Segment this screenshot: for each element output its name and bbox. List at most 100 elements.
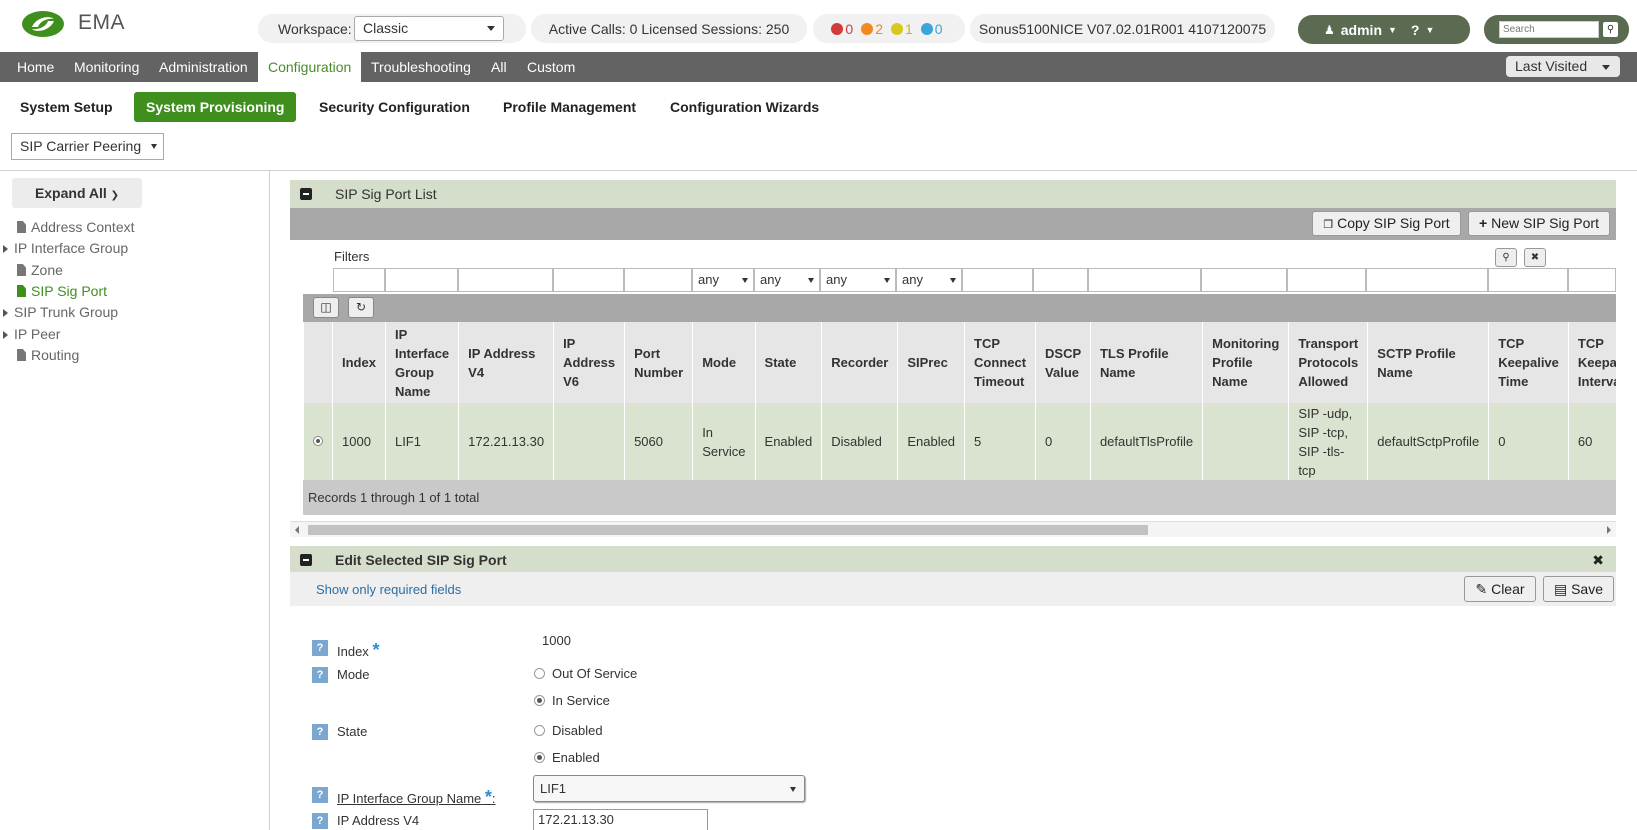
alarm-info[interactable]: 0 — [920, 21, 943, 37]
column-header[interactable]: TCP Connect Timeout — [964, 322, 1036, 403]
new-sip-sig-port-button[interactable]: + New SIP Sig Port — [1468, 211, 1610, 236]
column-header[interactable]: Index — [332, 322, 386, 403]
column-header[interactable]: State — [754, 322, 822, 403]
workspace-select[interactable]: Classic — [354, 16, 504, 41]
column-header[interactable]: Port Number — [624, 322, 693, 403]
alarm-major[interactable]: 2 — [861, 21, 883, 37]
scroll-left-icon[interactable] — [295, 526, 299, 534]
clear-button[interactable]: ✎ Clear — [1464, 576, 1536, 602]
mode-option-out-of-service[interactable]: Out Of Service — [534, 666, 637, 681]
column-header[interactable]: SIPrec — [897, 322, 965, 403]
radio-button[interactable] — [534, 752, 545, 763]
filter-ip-v6[interactable] — [553, 268, 624, 292]
alarm-critical[interactable]: 0 — [831, 21, 853, 37]
help-icon[interactable]: ? — [312, 787, 328, 803]
filter-ip-interface-group[interactable] — [385, 268, 458, 292]
sidebar-item-sip-sig-port[interactable]: SIP Sig Port — [17, 281, 107, 301]
collapse-icon[interactable] — [300, 554, 312, 566]
close-icon[interactable]: ✖ — [1592, 546, 1604, 574]
column-header[interactable]: TCP Keepalive Interval — [1567, 322, 1616, 403]
tab-security-configuration[interactable]: Security Configuration — [319, 92, 470, 122]
help-menu[interactable]: ? — [1411, 22, 1420, 38]
last-visited-menu[interactable]: Last Visited — [1506, 56, 1620, 77]
scroll-right-icon[interactable] — [1607, 526, 1611, 534]
show-required-link[interactable]: Show only required fields — [316, 582, 461, 597]
refresh-icon[interactable]: ↻ — [348, 297, 374, 318]
state-option-disabled[interactable]: Disabled — [534, 723, 603, 738]
column-header[interactable]: IP Address V4 — [458, 322, 554, 403]
nav-home[interactable]: Home — [17, 52, 54, 82]
ip-address-v4-input[interactable]: 172.21.13.30 — [533, 809, 708, 830]
clear-filter-icon[interactable]: ✖ — [1524, 248, 1546, 267]
user-menu[interactable]: ♟ admin ▼ ? ▼ — [1298, 15, 1470, 44]
context-select[interactable]: SIP Carrier Peering — [11, 133, 164, 160]
expand-arrow-icon[interactable] — [3, 245, 8, 254]
table-row[interactable]: 1000 LIF1 172.21.13.30 5060 In Service E… — [303, 403, 1616, 480]
row-select[interactable] — [303, 403, 333, 480]
nav-configuration[interactable]: Configuration — [258, 52, 362, 82]
nav-custom[interactable]: Custom — [527, 52, 575, 82]
mode-option-in-service[interactable]: In Service — [534, 693, 610, 708]
filter-monitoring-profile[interactable] — [1201, 268, 1287, 292]
tab-system-setup[interactable]: System Setup — [20, 92, 113, 122]
radio-button[interactable] — [534, 725, 545, 736]
filter-mode[interactable]: any — [692, 268, 754, 292]
help-icon[interactable]: ? — [312, 813, 328, 829]
alarm-minor[interactable]: 1 — [891, 21, 913, 37]
expand-arrow-icon[interactable] — [3, 309, 8, 318]
column-header[interactable]: IP Interface Group Name — [384, 322, 459, 403]
sidebar-item-ip-interface-group[interactable]: IP Interface Group — [3, 238, 128, 258]
nav-monitoring[interactable]: Monitoring — [74, 52, 139, 82]
help-icon[interactable]: ? — [312, 640, 328, 656]
filter-transport-protocols[interactable] — [1287, 268, 1366, 292]
sidebar-item-ip-peer[interactable]: IP Peer — [3, 324, 60, 344]
ip-interface-group-label[interactable]: IP Interface Group Name *: — [337, 787, 496, 808]
columns-icon[interactable]: ◫ — [313, 297, 339, 318]
filter-recorder[interactable]: any — [820, 268, 896, 292]
column-header[interactable]: TLS Profile Name — [1089, 322, 1203, 403]
filter-dscp-value[interactable] — [1033, 268, 1088, 292]
sidebar-item-address-context[interactable]: Address Context — [17, 217, 135, 237]
column-header[interactable]: Transport Protocols Allowed — [1288, 322, 1368, 403]
search-icon[interactable]: ⚲ — [1603, 22, 1618, 37]
search-icon[interactable]: ⚲ — [1495, 248, 1517, 267]
nav-troubleshooting[interactable]: Troubleshooting — [371, 52, 471, 82]
column-header[interactable]: SCTP Profile Name — [1367, 322, 1489, 403]
expand-arrow-icon[interactable] — [3, 331, 8, 340]
alarm-summary[interactable]: 0 2 1 0 — [813, 14, 965, 43]
sidebar-item-zone[interactable]: Zone — [17, 260, 63, 280]
filter-ip-v4[interactable] — [458, 268, 553, 292]
copy-sip-sig-port-button[interactable]: ❐ Copy SIP Sig Port — [1312, 211, 1461, 236]
ip-interface-group-select[interactable]: LIF1 — [533, 775, 805, 802]
filter-siprec[interactable]: any — [896, 268, 962, 292]
sidebar-item-sip-trunk-group[interactable]: SIP Trunk Group — [3, 302, 118, 322]
radio-button[interactable] — [534, 668, 545, 679]
column-header[interactable]: Monitoring Profile Name — [1202, 322, 1289, 403]
radio-button[interactable] — [534, 695, 545, 706]
tab-system-provisioning[interactable]: System Provisioning — [134, 92, 297, 122]
filter-port-number[interactable] — [624, 268, 692, 292]
state-option-enabled[interactable]: Enabled — [534, 750, 600, 765]
column-header[interactable]: Mode — [692, 322, 756, 403]
column-header[interactable]: Recorder — [821, 322, 898, 403]
column-header[interactable]: TCP Keepalive Time — [1488, 322, 1569, 403]
search-input[interactable] — [1499, 21, 1599, 38]
tab-profile-management[interactable]: Profile Management — [503, 92, 636, 122]
help-icon[interactable]: ? — [312, 724, 328, 740]
column-header[interactable]: DSCP Value — [1035, 322, 1091, 403]
tab-configuration-wizards[interactable]: Configuration Wizards — [670, 92, 819, 122]
filter-sctp-profile[interactable] — [1366, 268, 1488, 292]
scrollbar-thumb[interactable] — [308, 525, 1148, 535]
help-icon[interactable]: ? — [312, 667, 328, 683]
collapse-icon[interactable] — [300, 188, 312, 200]
filter-tcp-keepalive-time[interactable] — [1488, 268, 1568, 292]
nav-administration[interactable]: Administration — [159, 52, 248, 82]
filter-tcp-keepalive-interval[interactable] — [1568, 268, 1616, 292]
filter-tcp-connect-timeout[interactable] — [962, 268, 1033, 292]
nav-all[interactable]: All — [491, 52, 507, 82]
expand-all-button[interactable]: Expand All ❯ — [12, 178, 142, 208]
horizontal-scrollbar[interactable] — [290, 521, 1616, 537]
filter-state[interactable]: any — [754, 268, 820, 292]
filter-tls-profile[interactable] — [1088, 268, 1201, 292]
save-button[interactable]: ▤ Save — [1543, 576, 1614, 602]
